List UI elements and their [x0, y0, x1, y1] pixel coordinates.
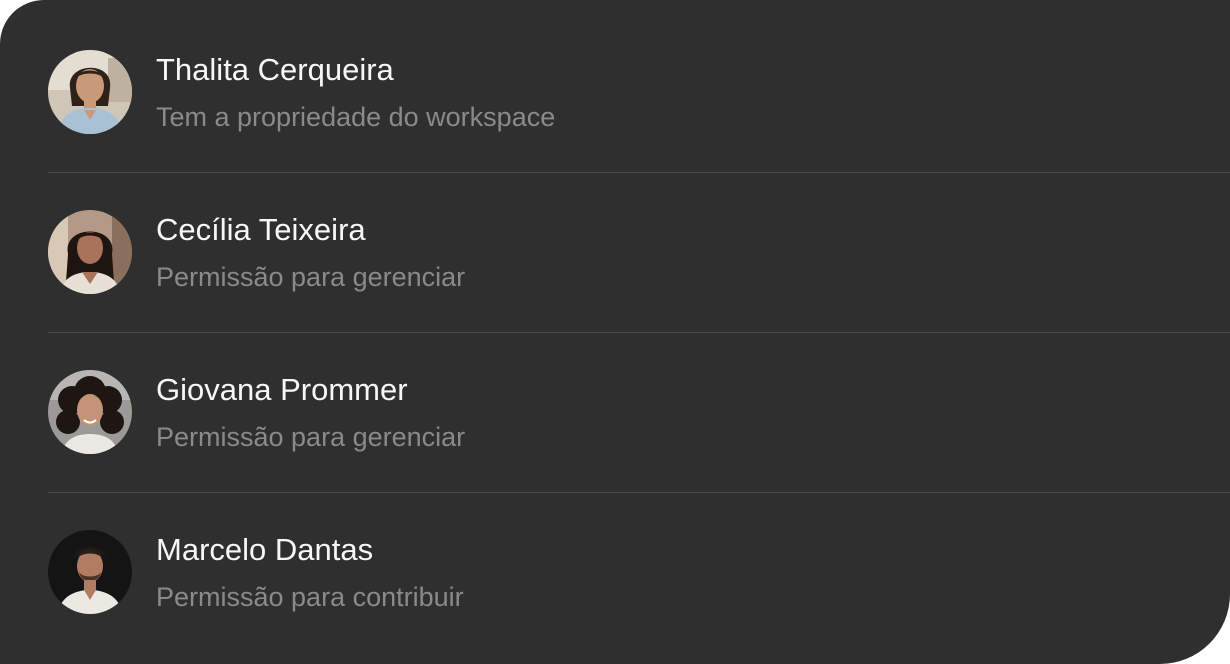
member-role: Permissão para contribuir: [156, 582, 464, 612]
member-avatar: [48, 210, 132, 294]
member-name: Marcelo Dantas: [156, 532, 374, 567]
member-row-giovana-prommer[interactable]: Giovana Prommer Permissão para gerenciar: [48, 332, 1230, 493]
woman-portrait-icon: [48, 370, 132, 454]
member-avatar: [48, 370, 132, 454]
member-role: Tem a propriedade do workspace: [156, 102, 556, 132]
workspace-members-panel: Thalita Cerqueira Tem a propriedade do w…: [0, 0, 1230, 664]
woman-portrait-icon: [48, 50, 132, 134]
member-avatar: [48, 530, 132, 614]
member-avatar: [48, 50, 132, 134]
member-row-marcelo-dantas[interactable]: Marcelo Dantas Permissão para contribuir: [48, 492, 1230, 652]
man-portrait-icon: [48, 530, 132, 614]
member-role: Permissão para gerenciar: [156, 422, 466, 452]
member-list: Thalita Cerqueira Tem a propriedade do w…: [0, 0, 1230, 664]
woman-portrait-icon: [48, 210, 132, 294]
member-row-cecilia-teixeira[interactable]: Cecília Teixeira Permissão para gerencia…: [48, 172, 1230, 333]
member-name: Cecília Teixeira: [156, 212, 366, 247]
member-name: Giovana Prommer: [156, 372, 408, 407]
member-row-thalita-cerqueira[interactable]: Thalita Cerqueira Tem a propriedade do w…: [48, 12, 1230, 173]
member-role: Permissão para gerenciar: [156, 262, 466, 292]
member-name: Thalita Cerqueira: [156, 52, 394, 87]
